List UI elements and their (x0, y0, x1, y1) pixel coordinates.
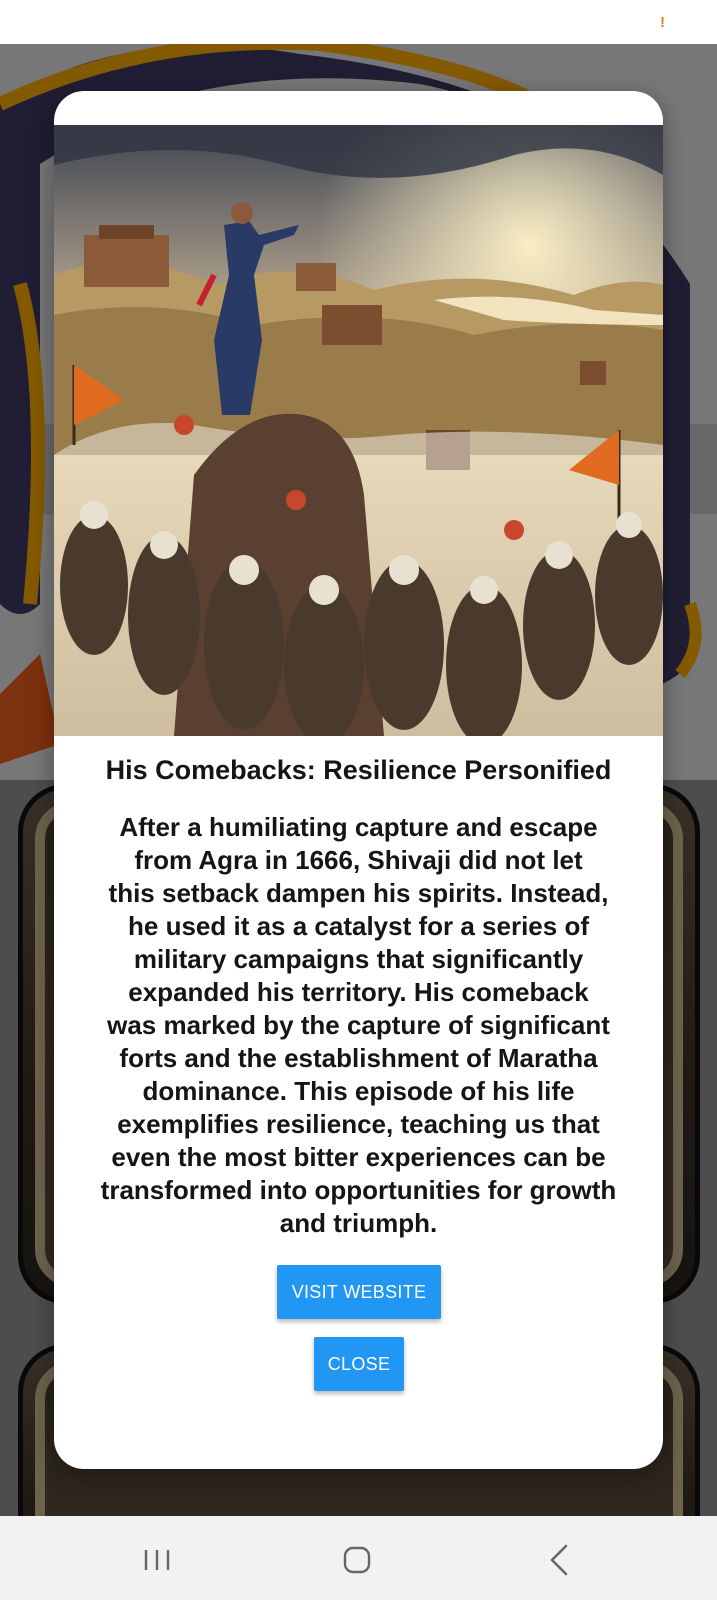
recent-apps-icon[interactable] (138, 1540, 178, 1580)
status-bar: ! (0, 0, 717, 44)
alert-icon: ! (660, 14, 665, 31)
system-nav-bar (0, 1516, 717, 1600)
dialog-body-text: After a humiliating capture and escape f… (100, 812, 617, 1238)
close-button[interactable]: CLOSE (314, 1337, 404, 1391)
visit-website-button[interactable]: VISIT WEBSITE (277, 1265, 441, 1319)
info-dialog: His Comebacks: Resilience Personified Af… (54, 91, 663, 1469)
dialog-title: His Comebacks: Resilience Personified (105, 755, 612, 785)
back-icon[interactable] (540, 1540, 580, 1580)
home-icon[interactable] (337, 1540, 377, 1580)
dialog-illustration (54, 125, 663, 736)
